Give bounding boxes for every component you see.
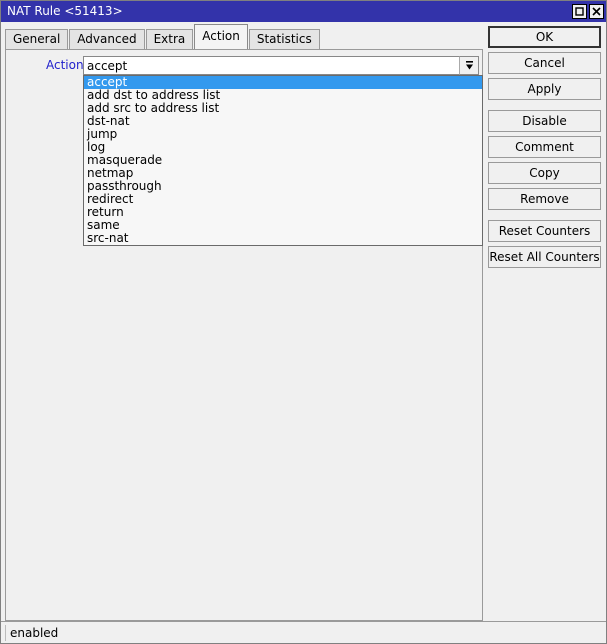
tab-label: Action — [202, 29, 240, 43]
button-label: Reset Counters — [498, 224, 591, 238]
button-label: Remove — [520, 192, 569, 206]
reset-counters-button[interactable]: Reset Counters — [488, 220, 601, 242]
list-item[interactable]: same — [84, 219, 482, 232]
action-button-panel: OK Cancel Apply Disable Comment Copy Rem… — [484, 22, 606, 621]
nat-rule-window: NAT Rule <51413> General Advanced Extra … — [0, 0, 607, 644]
reset-all-counters-button[interactable]: Reset All Counters — [488, 246, 601, 268]
window-title: NAT Rule <51413> — [7, 4, 123, 18]
action-form-row: Action: — [6, 56, 482, 75]
list-item[interactable]: return — [84, 206, 482, 219]
window-body: General Advanced Extra Action Statistics — [1, 22, 606, 621]
maximize-button[interactable] — [572, 4, 587, 19]
tab-label: General — [13, 32, 61, 46]
tab-label: Extra — [153, 32, 186, 46]
list-item[interactable]: redirect — [84, 193, 482, 206]
list-item[interactable]: accept — [84, 76, 482, 89]
list-item[interactable]: log — [84, 141, 482, 154]
action-dropdown-button[interactable] — [459, 56, 479, 75]
tab-action[interactable]: Action — [194, 24, 248, 49]
list-item[interactable]: netmap — [84, 167, 482, 180]
list-item[interactable]: add dst to address list — [84, 89, 482, 102]
remove-button[interactable]: Remove — [488, 188, 601, 210]
button-label: Copy — [529, 166, 560, 180]
tab-content-panel: Action: accept accept add dst to address… — [5, 49, 483, 621]
button-label: OK — [535, 30, 554, 44]
list-item[interactable]: masquerade — [84, 154, 482, 167]
list-item[interactable]: passthrough — [84, 180, 482, 193]
button-label: Cancel — [524, 56, 565, 70]
tab-statistics[interactable]: Statistics — [248, 29, 320, 49]
cancel-button[interactable]: Cancel — [488, 52, 601, 74]
apply-button[interactable]: Apply — [488, 78, 601, 100]
list-item[interactable]: add src to address list — [84, 102, 482, 115]
button-label: Reset All Counters — [489, 250, 600, 264]
comment-button[interactable]: Comment — [488, 136, 601, 158]
status-bar: enabled — [1, 621, 606, 643]
tab-advanced[interactable]: Advanced — [69, 29, 145, 49]
disable-button[interactable]: Disable — [488, 110, 601, 132]
title-bar[interactable]: NAT Rule <51413> — [1, 1, 606, 22]
left-column: General Advanced Extra Action Statistics — [1, 22, 484, 621]
button-label: Comment — [515, 140, 574, 154]
tab-bar: General Advanced Extra Action Statistics — [1, 22, 484, 49]
dropdown-arrow-icon — [464, 56, 475, 75]
button-label: Disable — [522, 114, 567, 128]
tab-general[interactable]: General — [5, 29, 69, 49]
close-button[interactable] — [589, 4, 604, 19]
ok-button[interactable]: OK — [488, 26, 601, 48]
status-text: enabled — [5, 624, 58, 641]
maximize-icon — [575, 7, 584, 16]
action-combobox — [83, 56, 479, 75]
action-dropdown-list[interactable]: accept add dst to address list add src t… — [83, 75, 483, 246]
tab-label: Advanced — [77, 32, 137, 46]
tab-extra[interactable]: Extra — [145, 29, 194, 49]
list-item[interactable]: src-nat — [84, 232, 482, 245]
copy-button[interactable]: Copy — [488, 162, 601, 184]
close-icon — [592, 7, 601, 16]
list-item[interactable]: jump — [84, 128, 482, 141]
action-field-label: Action: — [46, 58, 88, 72]
list-item[interactable]: dst-nat — [84, 115, 482, 128]
button-label: Apply — [527, 82, 562, 96]
action-input[interactable] — [83, 56, 459, 75]
tab-label: Statistics — [256, 32, 312, 46]
